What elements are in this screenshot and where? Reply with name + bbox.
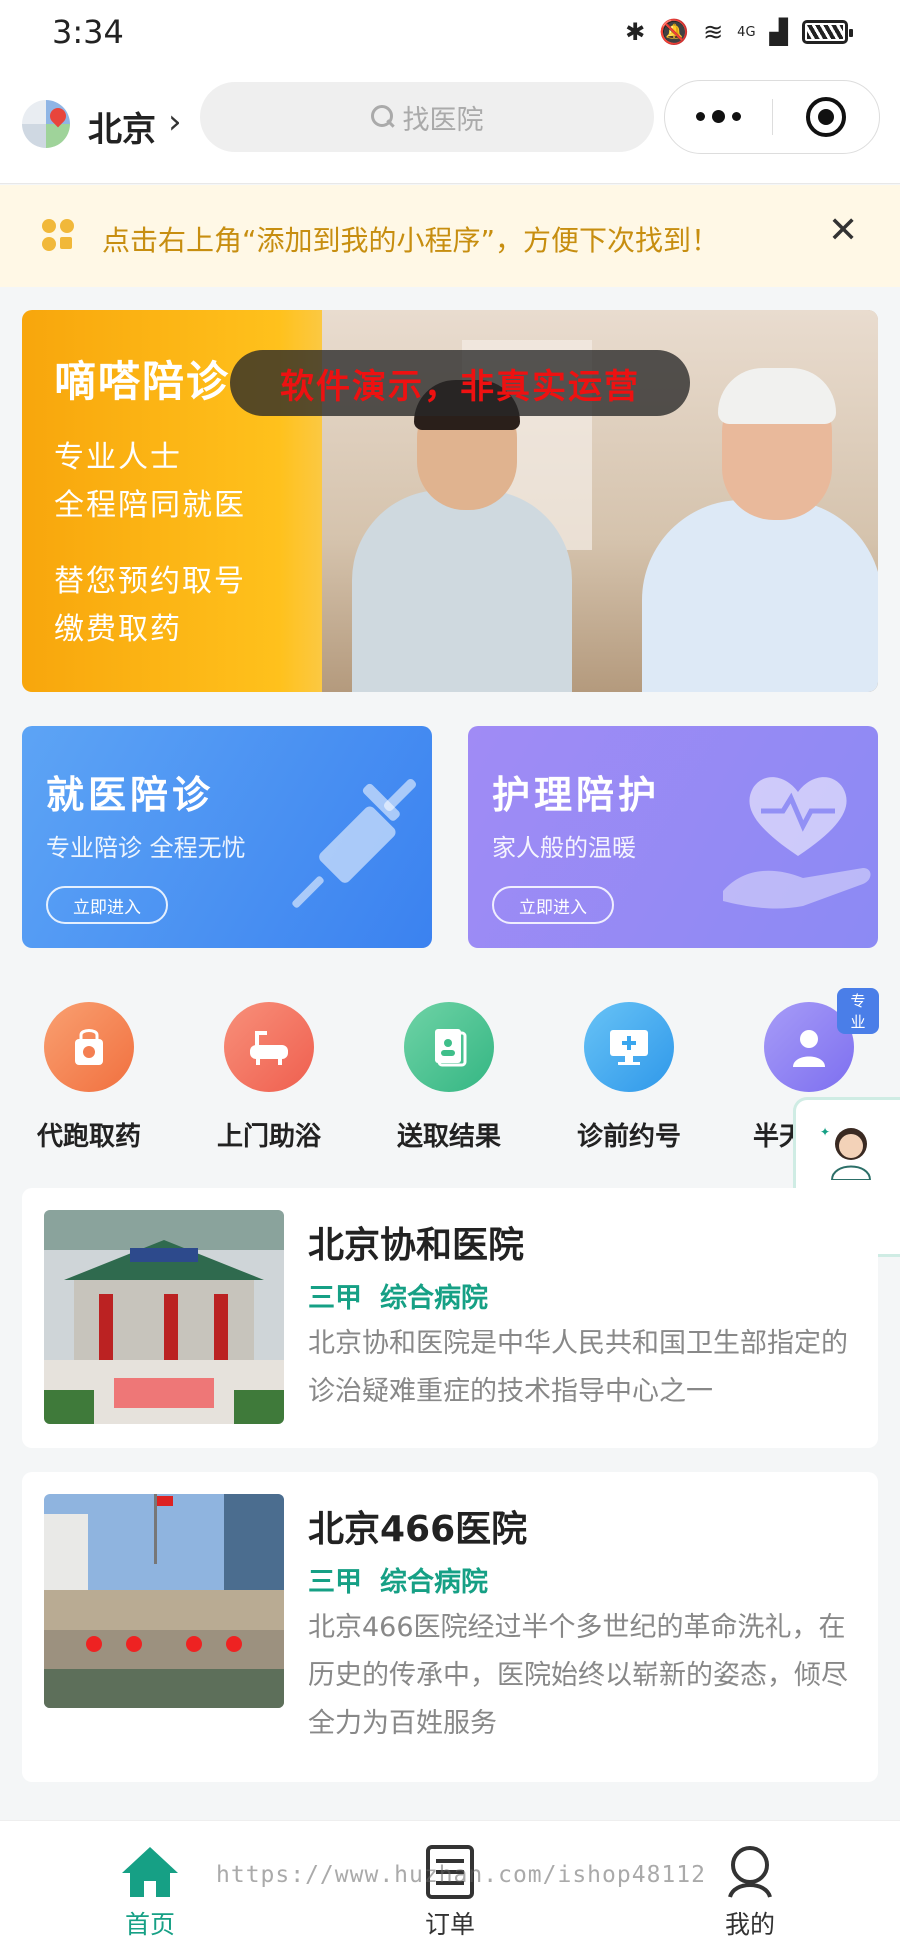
quick-entry-results[interactable]: 送取结果 [379,1002,519,1153]
hero-banner[interactable]: 嘀嗒陪诊 专业人士 全程陪同就医 替您预约取号 缴费取药 软件演示，非真实运营 [22,310,878,692]
home-icon [122,1847,178,1897]
hospital-tag: 三甲 [308,1283,362,1314]
close-icon[interactable]: ✕ [828,213,858,249]
search-placeholder: 找医院 [402,104,484,136]
banner-title: 嘀嗒陪诊 [54,357,231,406]
status-time: 3:34 [52,13,124,51]
bathtub-icon [224,1002,314,1092]
hospital-photo [44,1210,284,1424]
service-card-nursing[interactable]: 护理陪护 家人般的温暖 立即进入 [468,726,878,948]
miniprogram-icon [42,219,76,253]
quick-entry-medicine[interactable]: 代跑取药 [19,1002,159,1153]
hospital-tags: 三甲 综合病院 [308,1276,506,1315]
hospital-tag: 综合病院 [380,1283,488,1314]
service-subtitle: 家人般的温暖 [492,834,636,862]
hospital-photo [44,1494,284,1708]
mute-bell-icon: 🔕 [659,18,690,46]
heart-hand-icon [723,777,871,909]
hospital-description: 北京协和医院是中华人民共和国卫生部指定的诊治疑难重症的技术指导中心之一 [308,1328,848,1407]
enter-button[interactable]: 立即进入 [46,886,168,924]
search-input[interactable]: 找医院 [200,82,654,152]
hospital-tag: 综合病院 [380,1567,488,1598]
quick-entry-label: 上门助浴 [216,1122,321,1152]
banner-line: 缴费取药 [54,612,182,647]
hospital-card[interactable]: 北京466医院 三甲 综合病院 北京466医院经过半个多世纪的革命洗礼，在历史的传… [22,1472,878,1782]
signal-icon: ▟ [769,18,788,46]
banner-line: 替您预约取号 [54,564,246,599]
demo-badge: 软件演示，非真实运营 [230,350,690,416]
status-icons: ✱ 🔕 ≋ 4G ▟ [625,18,853,46]
service-subtitle: 专业陪诊 全程无忧 [46,834,246,862]
city-name[interactable]: 北京 [88,102,156,151]
pro-tag: 专业 [837,988,879,1034]
tab-label: 订单 [424,1910,475,1939]
more-options-icon[interactable] [665,109,772,123]
profile-icon [728,1846,772,1898]
medicine-bag-icon [44,1002,134,1092]
report-icon [404,1002,494,1092]
watermark: https://www.huzhan.com/ishop48112 [216,1862,706,1888]
hospital-name: 北京466医院 [308,1509,528,1550]
hospital-tags: 三甲 综合病院 [308,1560,506,1599]
status-bar: 3:34 ✱ 🔕 ≋ 4G ▟ [0,0,900,64]
wifi-icon: ≋ [703,18,724,46]
bluetooth-icon: ✱ [625,18,646,46]
quick-entry-bath[interactable]: 上门助浴 [199,1002,339,1153]
enter-button[interactable]: 立即进入 [492,886,614,924]
banner-line: 全程陪同就医 [54,488,246,523]
service-title: 就医陪诊 [46,773,215,817]
chevron-right-icon[interactable]: › [168,102,182,142]
service-title: 护理陪护 [492,773,661,817]
banner-line: 专业人士 [54,440,182,475]
search-icon [370,105,395,129]
svg-text:✦: ✦ [820,1125,830,1139]
service-card-escort[interactable]: 就医陪诊 专业陪诊 全程无忧 立即进入 [22,726,432,948]
miniprogram-capsule [664,80,880,154]
quick-entry-label: 送取结果 [396,1122,501,1152]
tab-label: 我的 [724,1910,775,1939]
add-miniprogram-notice: 点击右上角“添加到我的小程序”，方便下次找到！ ✕ [0,185,900,287]
hospital-name: 北京协和医院 [308,1225,525,1266]
hospital-card[interactable]: 北京协和医院 三甲 综合病院 北京协和医院是中华人民共和国卫生部指定的诊治疑难重症… [22,1188,878,1448]
target-circle-icon [805,97,846,137]
city-map-icon[interactable] [22,100,70,148]
battery-icon [802,20,853,44]
monitor-cross-icon [584,1002,674,1092]
agent-avatar-icon: ✦ [820,1125,872,1180]
hospital-description: 北京466医院经过半个多世纪的革命洗礼，在历史的传承中，医院始终以崭新的姿态，倾… [308,1612,848,1739]
syringe-icon [292,778,417,908]
notice-text: 点击右上角“添加到我的小程序”，方便下次找到！ [102,224,720,257]
quick-entry-label: 诊前约号 [576,1122,681,1152]
quick-entry-label: 代跑取药 [36,1122,141,1152]
quick-entry-appointment[interactable]: 诊前约号 [559,1002,699,1153]
hospital-tag: 三甲 [308,1567,362,1598]
tab-label: 首页 [124,1910,175,1939]
close-miniprogram-button[interactable] [773,97,880,137]
top-bar: 北京 › 找医院 [0,64,900,184]
network-label: 4G [737,24,756,40]
